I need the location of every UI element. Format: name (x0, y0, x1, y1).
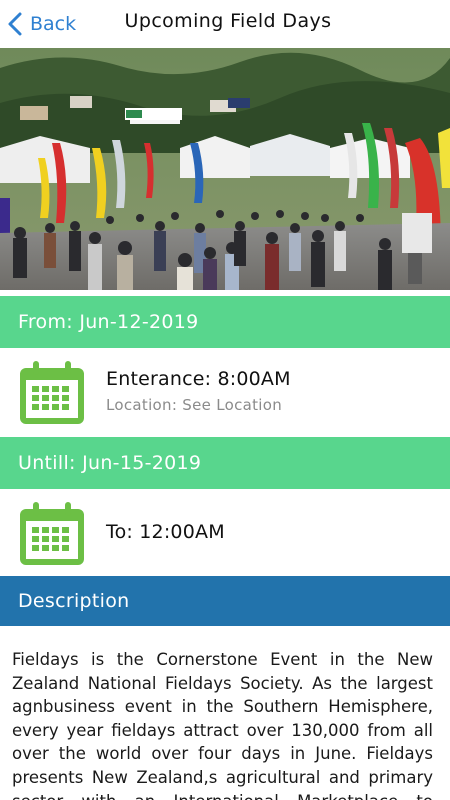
description-body: Fieldays is the Cornerstone Event in the… (12, 650, 433, 800)
page-title: Upcoming Field Days (124, 10, 332, 32)
start-details-row: Enterance: 8:00AM Location: See Location (0, 348, 450, 436)
entrance-time: Enterance: 8:00AM (106, 368, 291, 390)
calendar-icon (20, 502, 84, 565)
start-details-text: Enterance: 8:00AM Location: See Location (106, 368, 291, 414)
start-date-label: From: Jun-12-2019 (18, 311, 199, 333)
location-link[interactable]: Location: See Location (106, 396, 291, 414)
hero-image (0, 48, 450, 290)
end-details-row: To: 12:00AM (0, 489, 450, 577)
description-heading: Description (18, 590, 130, 612)
end-date-label: Untill: Jun-15-2019 (18, 452, 202, 474)
end-time: To: 12:00AM (106, 521, 225, 543)
nav-bar: Back Upcoming Field Days (0, 0, 450, 48)
start-date-band: From: Jun-12-2019 (0, 296, 450, 348)
end-date-band: Untill: Jun-15-2019 (0, 437, 450, 489)
end-details-text: To: 12:00AM (106, 521, 225, 543)
description-band: Description (0, 576, 450, 626)
calendar-icon (20, 361, 84, 424)
